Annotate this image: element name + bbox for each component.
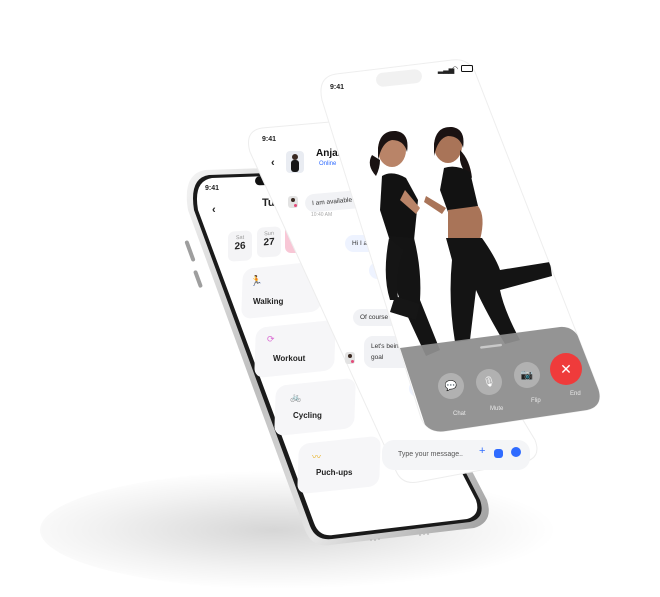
call-phone [320,59,601,432]
call-control-panel [400,326,600,432]
